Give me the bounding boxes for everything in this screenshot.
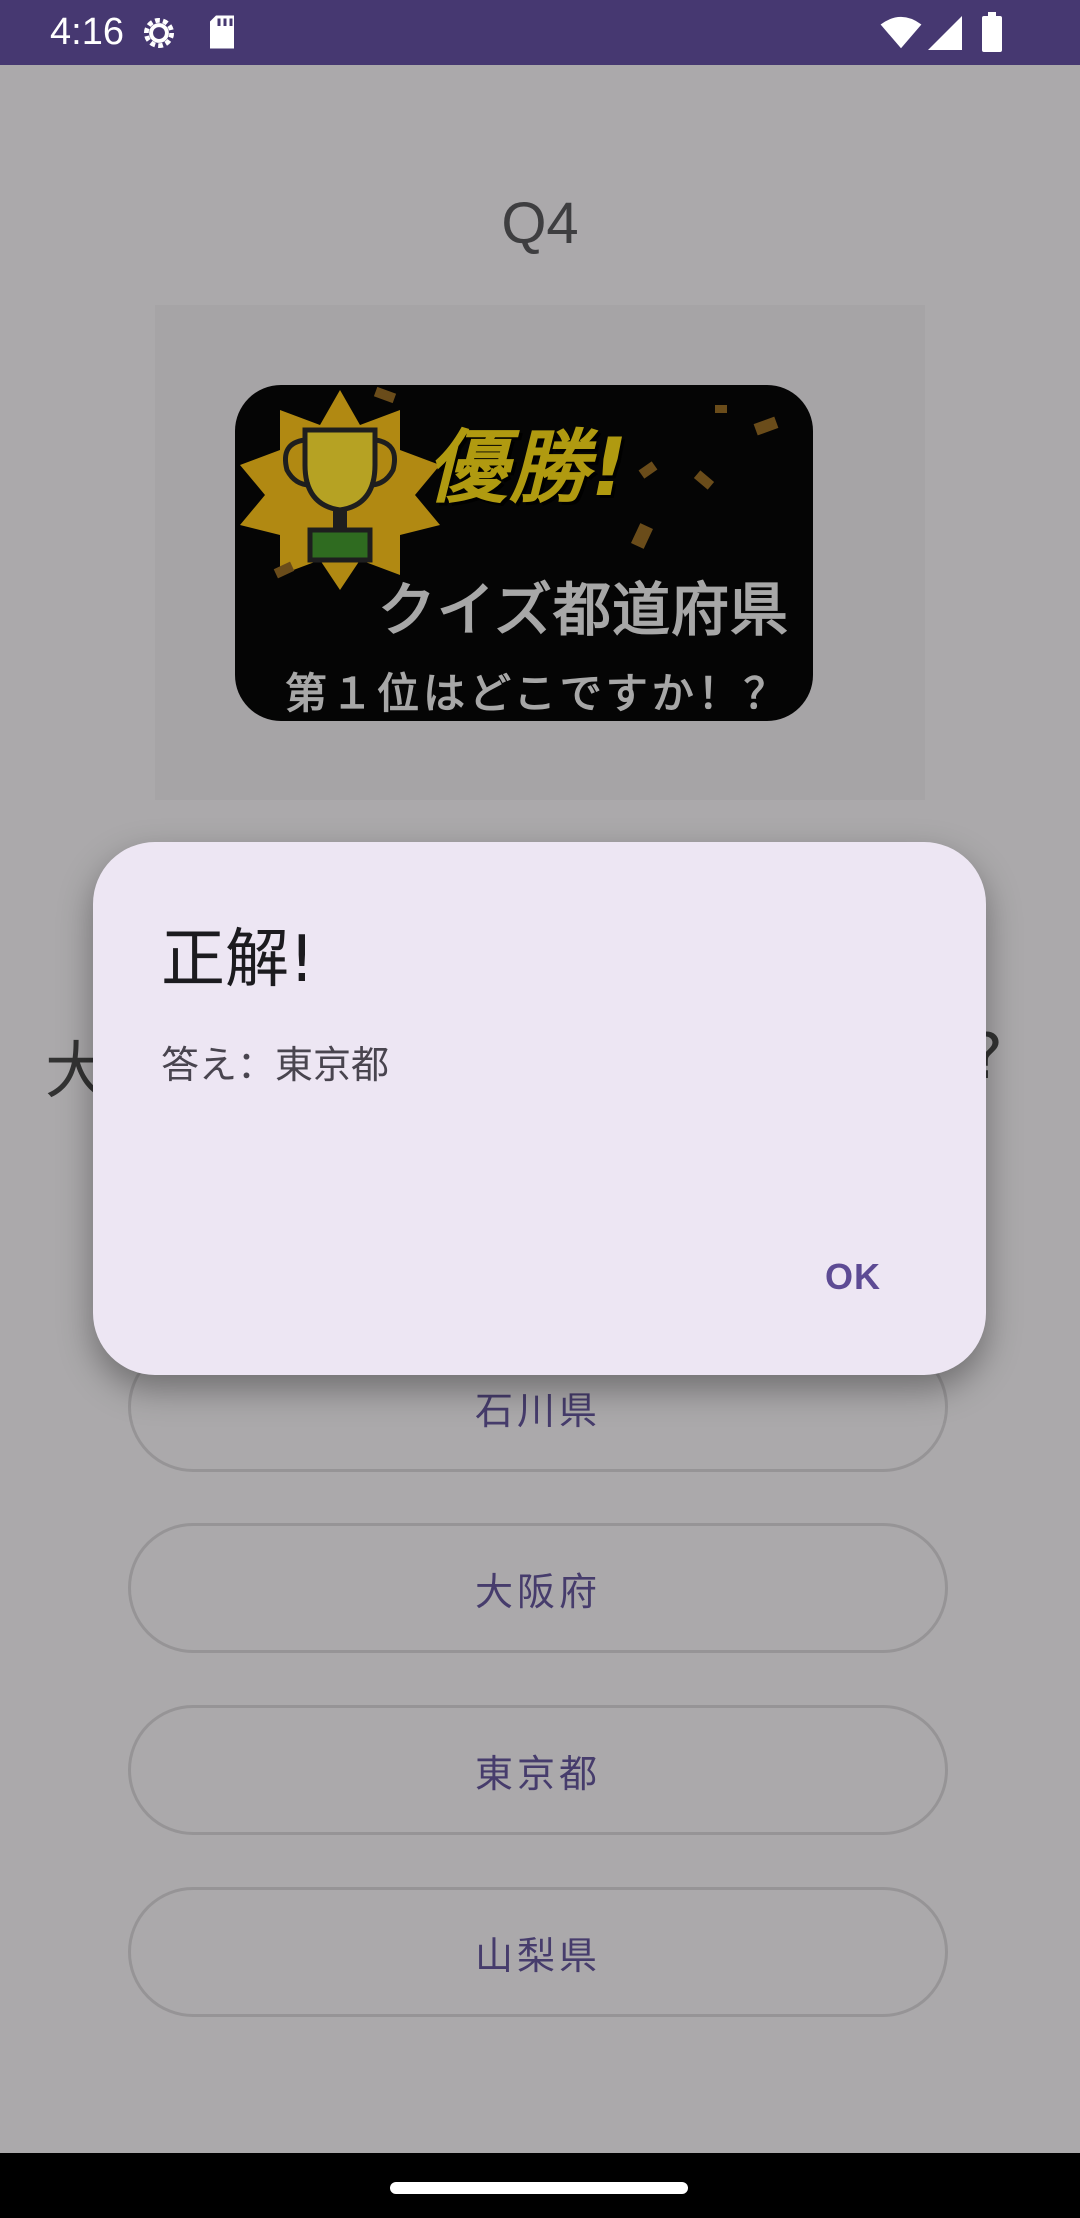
status-bar: 4:16 xyxy=(0,0,1080,65)
choice-button-2[interactable]: 大阪府 xyxy=(128,1523,948,1653)
banner-title: クイズ都道府県 xyxy=(377,576,789,644)
ok-button[interactable]: OK xyxy=(783,1232,923,1322)
choice-button-4[interactable]: 山梨県 xyxy=(128,1887,948,2017)
dialog-message: 答え：東京都 xyxy=(161,1043,390,1087)
question-number: Q4 xyxy=(501,191,579,256)
wifi-icon xyxy=(880,16,922,49)
settings-gear-icon xyxy=(143,17,175,49)
status-time: 4:16 xyxy=(50,11,124,53)
quiz-banner-image: 優勝! クイズ都道府県 第１位はどこですか！？ xyxy=(235,385,813,721)
cell-signal-icon xyxy=(928,16,962,50)
banner-subtitle: 第１位はどこですか！？ xyxy=(285,669,790,718)
dialog-title: 正解! xyxy=(161,923,315,997)
result-dialog: 正解! 答え：東京都 OK xyxy=(93,842,986,1375)
home-gesture-handle[interactable] xyxy=(390,2182,688,2194)
battery-icon xyxy=(982,12,1002,52)
sd-card-icon xyxy=(210,15,234,49)
banner-headline: 優勝! xyxy=(427,421,630,514)
choice-button-3[interactable]: 東京都 xyxy=(128,1705,948,1835)
